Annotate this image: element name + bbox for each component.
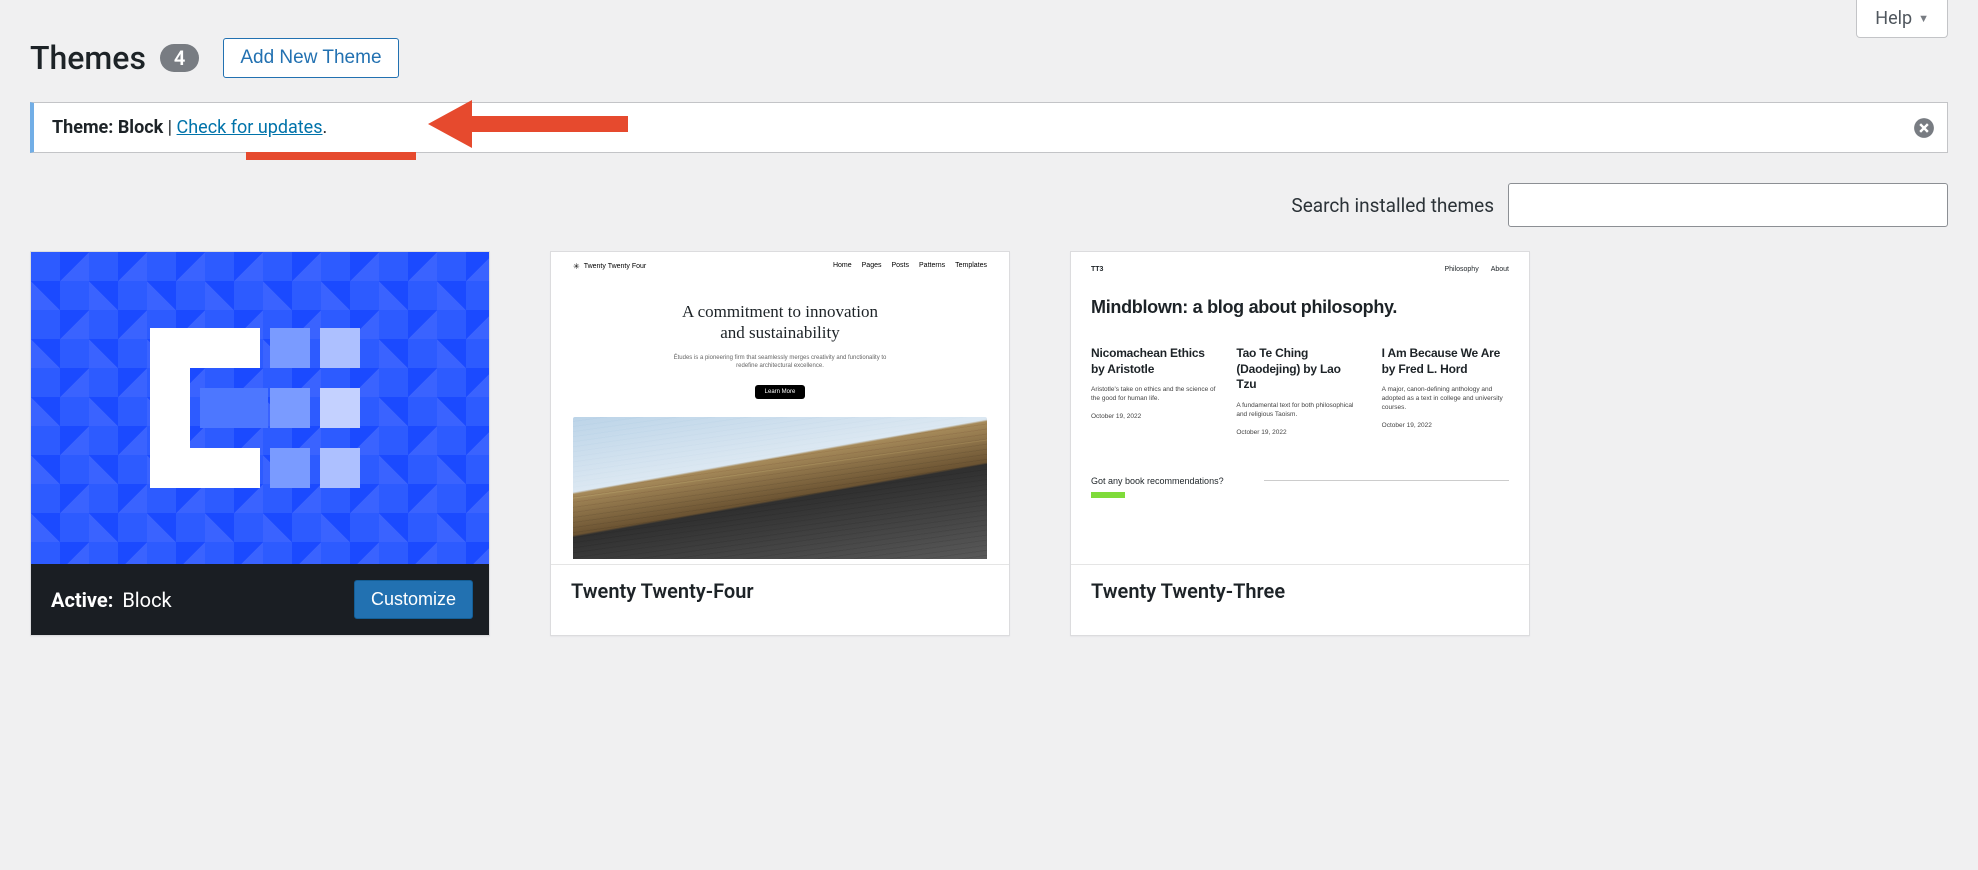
check-updates-link[interactable]: Check for updates (177, 117, 323, 138)
notice-theme-name: Theme: Block (52, 117, 163, 138)
page-title: Themes (30, 39, 146, 77)
theme-screenshot: Twenty Twenty Four Home Pages Posts Patt… (551, 252, 1009, 564)
help-tab[interactable]: Help ▼ (1856, 0, 1948, 38)
search-themes-input[interactable] (1508, 183, 1948, 227)
theme-card-twenty-twenty-three[interactable]: TT3 Philosophy About Mindblown: a blog a… (1070, 251, 1530, 636)
theme-footer: Active: Block Customize (31, 564, 489, 635)
theme-card-twenty-twenty-four[interactable]: Twenty Twenty Four Home Pages Posts Patt… (550, 251, 1010, 636)
page-header: Themes 4 Add New Theme (30, 38, 1948, 78)
themes-grid: Active: Block Customize Twenty Twenty Fo… (30, 251, 1948, 636)
theme-card-block[interactable]: Active: Block Customize (30, 251, 490, 636)
update-notice: Theme: Block | Check for updates. (30, 102, 1948, 153)
customize-button[interactable]: Customize (354, 580, 473, 619)
theme-name: Twenty Twenty-Three (1071, 564, 1529, 617)
theme-count-badge: 4 (160, 44, 199, 72)
block-logo-icon (150, 328, 370, 488)
chevron-down-icon: ▼ (1918, 12, 1929, 25)
search-row: Search installed themes (30, 183, 1948, 227)
theme-screenshot (31, 252, 489, 564)
theme-name: Block (122, 588, 171, 612)
help-label: Help (1875, 8, 1912, 29)
active-label: Active: (51, 588, 113, 612)
add-new-theme-button[interactable]: Add New Theme (223, 38, 398, 78)
dismiss-notice-button[interactable] (1913, 117, 1935, 139)
close-icon (1913, 117, 1935, 139)
theme-name: Twenty Twenty-Four (551, 564, 1009, 617)
theme-screenshot: TT3 Philosophy About Mindblown: a blog a… (1071, 252, 1529, 564)
search-label: Search installed themes (1291, 194, 1494, 217)
annotation-underline (246, 152, 416, 160)
